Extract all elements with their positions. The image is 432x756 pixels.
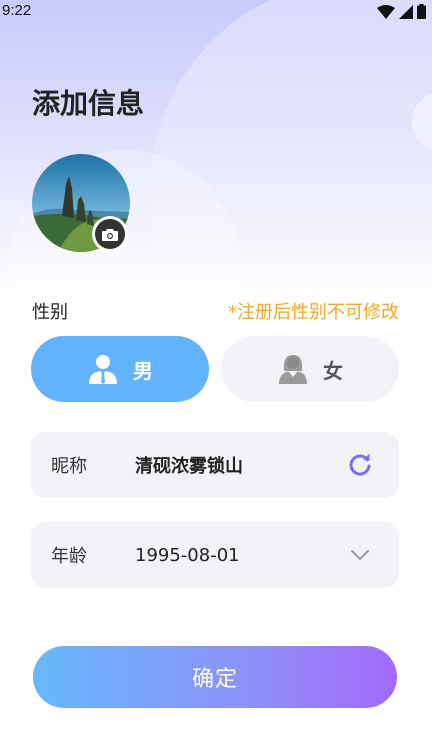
page-title: 添加信息 — [32, 87, 145, 120]
gender-female-label: 女 — [323, 358, 343, 383]
male-user-icon — [89, 355, 117, 384]
header-background — [0, 0, 432, 300]
gender-label: 性别 — [32, 302, 68, 323]
wifi-icon — [377, 4, 395, 19]
refresh-icon[interactable] — [347, 452, 373, 478]
age-label: 年龄 — [51, 546, 87, 567]
camera-icon — [95, 219, 125, 249]
age-value[interactable]: 1995-08-01 — [135, 545, 240, 566]
confirm-button[interactable]: 确定 — [33, 646, 397, 708]
status-bar: 9:22 — [0, 0, 432, 24]
nickname-value[interactable]: 清砚浓雾锁山 — [135, 452, 243, 478]
female-user-icon — [279, 355, 307, 384]
nickname-label: 昵称 — [51, 456, 87, 477]
gender-note: *注册后性别不可修改 — [228, 302, 399, 323]
gender-male-button[interactable]: 男 — [31, 336, 209, 402]
gender-female-button[interactable]: 女 — [221, 336, 399, 402]
gender-male-label: 男 — [133, 358, 153, 383]
status-icons — [377, 4, 426, 19]
chevron-down-icon[interactable] — [347, 542, 373, 568]
status-time: 9:22 — [2, 2, 32, 19]
battery-icon — [417, 4, 426, 19]
camera-button[interactable] — [92, 216, 128, 252]
nickname-field[interactable]: 昵称 清砚浓雾锁山 — [31, 432, 399, 498]
avatar-wrap[interactable] — [32, 154, 130, 252]
age-field[interactable]: 年龄 1995-08-01 — [31, 522, 399, 588]
signal-icon — [399, 4, 413, 19]
